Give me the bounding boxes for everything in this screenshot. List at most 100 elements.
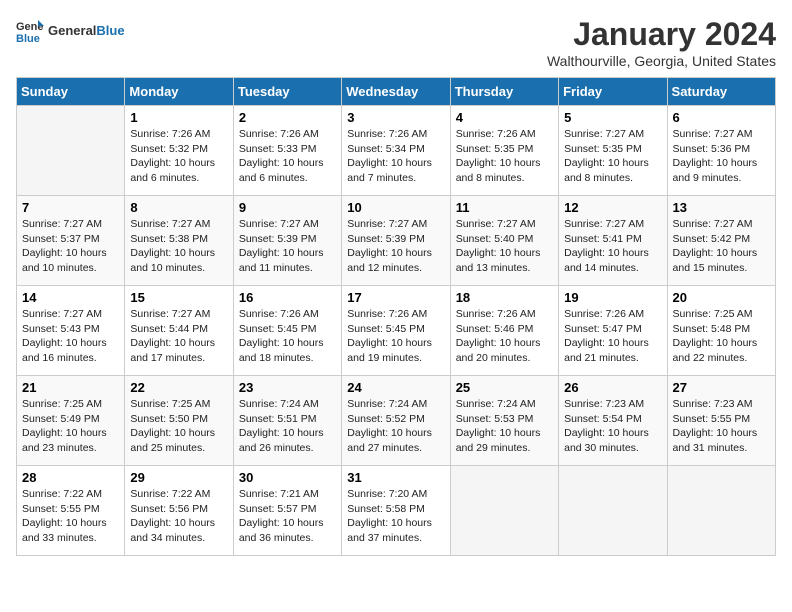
- calendar-cell: 20 Sunrise: 7:25 AM Sunset: 5:48 PM Dayli…: [667, 286, 775, 376]
- day-number: 7: [22, 200, 119, 215]
- calendar-cell: 18 Sunrise: 7:26 AM Sunset: 5:46 PM Dayli…: [450, 286, 558, 376]
- day-number: 11: [456, 200, 553, 215]
- day-number: 29: [130, 470, 227, 485]
- day-info: Sunrise: 7:20 AM Sunset: 5:58 PM Dayligh…: [347, 487, 444, 546]
- day-number: 19: [564, 290, 661, 305]
- calendar-cell: 26 Sunrise: 7:23 AM Sunset: 5:54 PM Dayli…: [559, 376, 667, 466]
- day-info: Sunrise: 7:23 AM Sunset: 5:55 PM Dayligh…: [673, 397, 770, 456]
- day-header-sunday: Sunday: [17, 78, 125, 106]
- calendar-cell: 12Sunrise: 7:27 AM Sunset: 5:41 PM Dayli…: [559, 196, 667, 286]
- day-info: Sunrise: 7:24 AM Sunset: 5:51 PM Dayligh…: [239, 397, 336, 456]
- day-number: 1: [130, 110, 227, 125]
- day-number: 28: [22, 470, 119, 485]
- day-header-saturday: Saturday: [667, 78, 775, 106]
- logo-icon: General Blue: [16, 16, 44, 44]
- day-info: Sunrise: 7:26 AM Sunset: 5:33 PM Dayligh…: [239, 127, 336, 186]
- title-block: January 2024 Walthourville, Georgia, Uni…: [547, 16, 776, 69]
- main-title: January 2024: [547, 16, 776, 53]
- week-row: 7 Sunrise: 7:27 AM Sunset: 5:37 PM Daylig…: [17, 196, 776, 286]
- calendar-cell: 5Sunrise: 7:27 AM Sunset: 5:35 PM Daylig…: [559, 106, 667, 196]
- calendar-cell: 4 Sunrise: 7:26 AM Sunset: 5:35 PM Daylig…: [450, 106, 558, 196]
- day-info: Sunrise: 7:26 AM Sunset: 5:45 PM Dayligh…: [239, 307, 336, 366]
- day-number: 26: [564, 380, 661, 395]
- day-info: Sunrise: 7:27 AM Sunset: 5:42 PM Dayligh…: [673, 217, 770, 276]
- day-info: Sunrise: 7:26 AM Sunset: 5:46 PM Dayligh…: [456, 307, 553, 366]
- day-number: 22: [130, 380, 227, 395]
- calendar-cell: [667, 466, 775, 556]
- page-header: General Blue GeneralBlue January 2024 Wa…: [16, 16, 776, 69]
- day-info: Sunrise: 7:27 AM Sunset: 5:41 PM Dayligh…: [564, 217, 661, 276]
- day-info: Sunrise: 7:27 AM Sunset: 5:43 PM Dayligh…: [22, 307, 119, 366]
- day-info: Sunrise: 7:23 AM Sunset: 5:54 PM Dayligh…: [564, 397, 661, 456]
- day-info: Sunrise: 7:24 AM Sunset: 5:53 PM Dayligh…: [456, 397, 553, 456]
- calendar-cell: [450, 466, 558, 556]
- day-header-thursday: Thursday: [450, 78, 558, 106]
- day-header-wednesday: Wednesday: [342, 78, 450, 106]
- calendar-cell: 23 Sunrise: 7:24 AM Sunset: 5:51 PM Dayli…: [233, 376, 341, 466]
- week-row: 28 Sunrise: 7:22 AM Sunset: 5:55 PM Dayli…: [17, 466, 776, 556]
- day-number: 14: [22, 290, 119, 305]
- week-row: 14 Sunrise: 7:27 AM Sunset: 5:43 PM Dayli…: [17, 286, 776, 376]
- calendar-cell: 28 Sunrise: 7:22 AM Sunset: 5:55 PM Dayli…: [17, 466, 125, 556]
- day-info: Sunrise: 7:25 AM Sunset: 5:50 PM Dayligh…: [130, 397, 227, 456]
- calendar-cell: 22 Sunrise: 7:25 AM Sunset: 5:50 PM Dayli…: [125, 376, 233, 466]
- calendar-cell: 1 Sunrise: 7:26 AM Sunset: 5:32 PM Daylig…: [125, 106, 233, 196]
- day-info: Sunrise: 7:26 AM Sunset: 5:34 PM Dayligh…: [347, 127, 444, 186]
- day-info: Sunrise: 7:27 AM Sunset: 5:39 PM Dayligh…: [239, 217, 336, 276]
- calendar-cell: 13 Sunrise: 7:27 AM Sunset: 5:42 PM Dayli…: [667, 196, 775, 286]
- calendar-cell: 25 Sunrise: 7:24 AM Sunset: 5:53 PM Dayli…: [450, 376, 558, 466]
- day-number: 3: [347, 110, 444, 125]
- day-number: 23: [239, 380, 336, 395]
- day-info: Sunrise: 7:21 AM Sunset: 5:57 PM Dayligh…: [239, 487, 336, 546]
- day-info: Sunrise: 7:25 AM Sunset: 5:48 PM Dayligh…: [673, 307, 770, 366]
- day-info: Sunrise: 7:27 AM Sunset: 5:37 PM Dayligh…: [22, 217, 119, 276]
- day-number: 4: [456, 110, 553, 125]
- calendar-cell: 17 Sunrise: 7:26 AM Sunset: 5:45 PM Dayli…: [342, 286, 450, 376]
- day-info: Sunrise: 7:26 AM Sunset: 5:32 PM Dayligh…: [130, 127, 227, 186]
- calendar-cell: [559, 466, 667, 556]
- calendar-cell: 3 Sunrise: 7:26 AM Sunset: 5:34 PM Daylig…: [342, 106, 450, 196]
- day-number: 20: [673, 290, 770, 305]
- day-number: 2: [239, 110, 336, 125]
- calendar-cell: 16 Sunrise: 7:26 AM Sunset: 5:45 PM Dayli…: [233, 286, 341, 376]
- day-number: 17: [347, 290, 444, 305]
- calendar-cell: 29 Sunrise: 7:22 AM Sunset: 5:56 PM Dayli…: [125, 466, 233, 556]
- calendar-cell: 6Sunrise: 7:27 AM Sunset: 5:36 PM Daylig…: [667, 106, 775, 196]
- day-info: Sunrise: 7:26 AM Sunset: 5:45 PM Dayligh…: [347, 307, 444, 366]
- day-number: 21: [22, 380, 119, 395]
- day-info: Sunrise: 7:27 AM Sunset: 5:38 PM Dayligh…: [130, 217, 227, 276]
- day-header-monday: Monday: [125, 78, 233, 106]
- day-number: 13: [673, 200, 770, 215]
- day-number: 10: [347, 200, 444, 215]
- day-number: 16: [239, 290, 336, 305]
- day-info: Sunrise: 7:22 AM Sunset: 5:55 PM Dayligh…: [22, 487, 119, 546]
- day-number: 8: [130, 200, 227, 215]
- calendar-cell: 10 Sunrise: 7:27 AM Sunset: 5:39 PM Dayli…: [342, 196, 450, 286]
- calendar-cell: 9 Sunrise: 7:27 AM Sunset: 5:39 PM Daylig…: [233, 196, 341, 286]
- calendar-cell: 15Sunrise: 7:27 AM Sunset: 5:44 PM Dayli…: [125, 286, 233, 376]
- subtitle: Walthourville, Georgia, United States: [547, 53, 776, 69]
- day-number: 18: [456, 290, 553, 305]
- logo: General Blue GeneralBlue: [16, 16, 125, 44]
- calendar-cell: 11Sunrise: 7:27 AM Sunset: 5:40 PM Dayli…: [450, 196, 558, 286]
- day-info: Sunrise: 7:25 AM Sunset: 5:49 PM Dayligh…: [22, 397, 119, 456]
- day-info: Sunrise: 7:27 AM Sunset: 5:39 PM Dayligh…: [347, 217, 444, 276]
- day-info: Sunrise: 7:26 AM Sunset: 5:35 PM Dayligh…: [456, 127, 553, 186]
- day-number: 25: [456, 380, 553, 395]
- calendar-cell: 21 Sunrise: 7:25 AM Sunset: 5:49 PM Dayli…: [17, 376, 125, 466]
- day-number: 31: [347, 470, 444, 485]
- calendar-cell: 27Sunrise: 7:23 AM Sunset: 5:55 PM Dayli…: [667, 376, 775, 466]
- logo-text: GeneralBlue: [48, 23, 125, 38]
- calendar-cell: 24Sunrise: 7:24 AM Sunset: 5:52 PM Dayli…: [342, 376, 450, 466]
- week-row: 1 Sunrise: 7:26 AM Sunset: 5:32 PM Daylig…: [17, 106, 776, 196]
- calendar-cell: 14 Sunrise: 7:27 AM Sunset: 5:43 PM Dayli…: [17, 286, 125, 376]
- calendar-cell: [17, 106, 125, 196]
- day-info: Sunrise: 7:27 AM Sunset: 5:36 PM Dayligh…: [673, 127, 770, 186]
- day-number: 9: [239, 200, 336, 215]
- day-header-friday: Friday: [559, 78, 667, 106]
- calendar-cell: 8 Sunrise: 7:27 AM Sunset: 5:38 PM Daylig…: [125, 196, 233, 286]
- calendar-cell: 7 Sunrise: 7:27 AM Sunset: 5:37 PM Daylig…: [17, 196, 125, 286]
- day-info: Sunrise: 7:22 AM Sunset: 5:56 PM Dayligh…: [130, 487, 227, 546]
- day-number: 30: [239, 470, 336, 485]
- day-info: Sunrise: 7:27 AM Sunset: 5:44 PM Dayligh…: [130, 307, 227, 366]
